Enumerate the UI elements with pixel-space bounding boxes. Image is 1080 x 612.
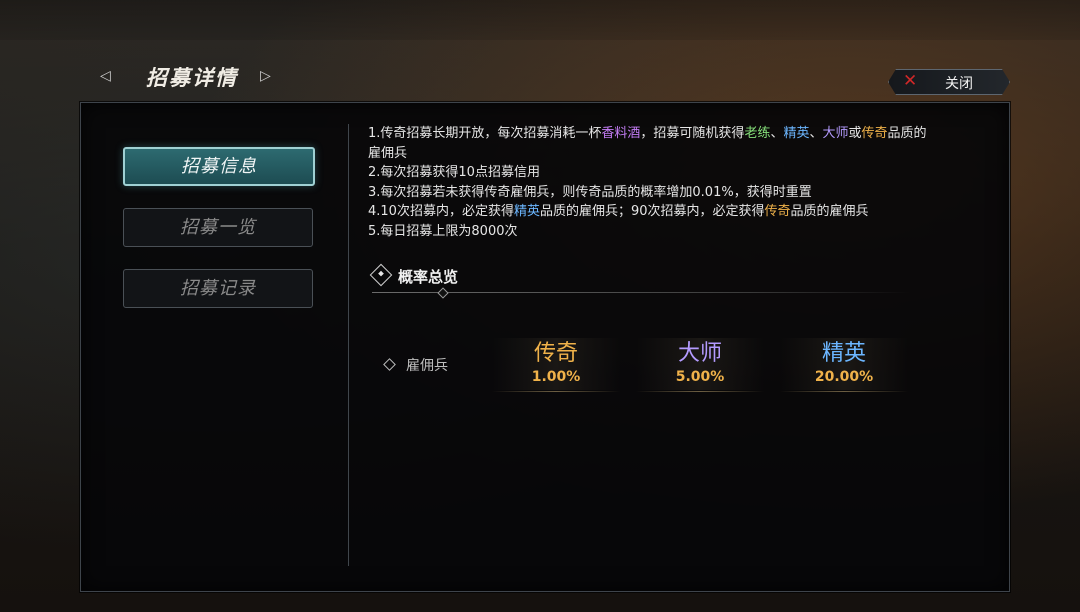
rules-text: 1.传奇招募长期开放，每次招募消耗一杯香料酒，招募可随机获得老练、精英、大师或传… bbox=[368, 124, 988, 242]
tab-recruit-overview[interactable]: 招募一览 bbox=[123, 208, 313, 247]
rate-elite: 精英 20.00% bbox=[780, 338, 908, 392]
rate-name: 大师 bbox=[677, 341, 722, 366]
rate-master: 大师 5.00% bbox=[636, 338, 764, 392]
rule-line-2: 2.每次招募获得10点招募信用 bbox=[368, 165, 540, 181]
close-button[interactable]: ✕ 关闭 bbox=[888, 69, 1010, 95]
rate-value: 1.00% bbox=[531, 369, 581, 385]
tab-recruit-history[interactable]: 招募记录 bbox=[123, 269, 313, 308]
prev-arrow-icon[interactable]: ◁ bbox=[100, 68, 116, 84]
section-title: 概率总览 bbox=[398, 268, 459, 286]
top-bar-background bbox=[0, 0, 1080, 40]
rule-line-1: 1.传奇招募长期开放，每次招募消耗一杯香料酒，招募可随机获得老练、精英、大师或传… bbox=[368, 126, 927, 141]
panel-divider bbox=[348, 124, 349, 566]
rule-line-3: 3.每次招募若未获得传奇雇佣兵，则传奇品质的概率增加0.01%，获得时重置 bbox=[368, 184, 812, 200]
mercenary-label: 雇佣兵 bbox=[406, 358, 448, 374]
section-underline bbox=[372, 292, 910, 293]
rule-line-5: 5.每日招募上限为8000次 bbox=[368, 223, 518, 239]
close-label: 关闭 bbox=[945, 76, 973, 92]
rate-value: 20.00% bbox=[814, 369, 874, 385]
rule-line-1b: 雇佣兵 bbox=[368, 145, 408, 161]
page-title: 招募详情 bbox=[146, 65, 238, 90]
rate-name: 精英 bbox=[821, 341, 866, 366]
rate-legendary: 传奇 1.00% bbox=[492, 338, 620, 392]
tab-recruit-info[interactable]: 招募信息 bbox=[123, 147, 315, 186]
next-arrow-icon[interactable]: ▷ bbox=[260, 68, 276, 84]
rule-line-4: 4.10次招募内，必定获得精英品质的雇佣兵；90次招募内，必定获得传奇品质的雇佣… bbox=[368, 204, 869, 220]
rate-name: 传奇 bbox=[533, 341, 578, 366]
rate-value: 5.00% bbox=[675, 369, 725, 385]
close-icon: ✕ bbox=[903, 71, 918, 91]
